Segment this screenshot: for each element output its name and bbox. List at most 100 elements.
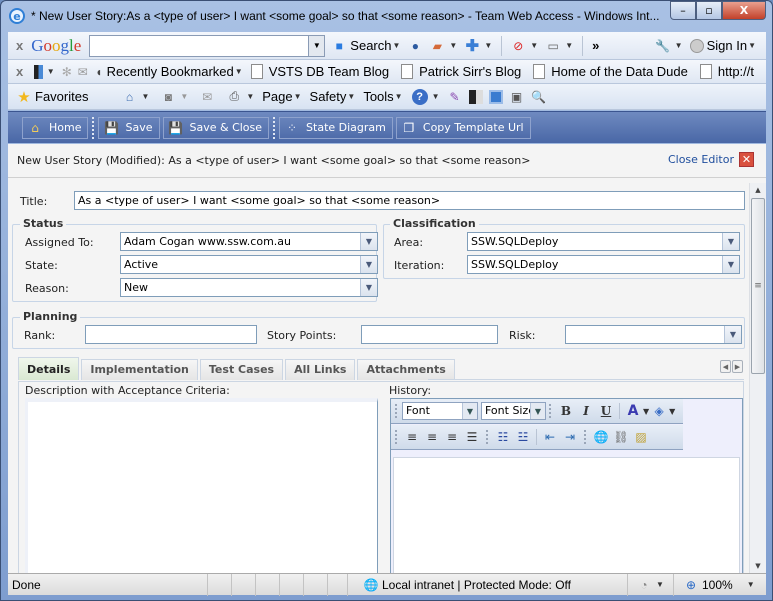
tab-test-cases[interactable]: Test Cases xyxy=(199,359,284,380)
onenote-icon[interactable]: ✎ xyxy=(447,89,463,105)
area-select[interactable]: SSW.SQLDeploy ▼ xyxy=(467,232,740,251)
privacy-report-button[interactable]: ◔ ▼ xyxy=(628,573,674,596)
reason-label: Reason: xyxy=(25,282,69,295)
description-editor[interactable] xyxy=(25,398,378,573)
add-button-icon[interactable]: ✚ xyxy=(464,38,480,55)
reason-select[interactable]: New ▼ xyxy=(120,278,378,297)
save-button[interactable]: 💾 Save xyxy=(98,116,160,139)
spaces-icon[interactable]: ✻ xyxy=(62,64,72,80)
close-toolbar-icon[interactable]: x xyxy=(16,38,23,53)
copy-template-url-button[interactable]: ❐ Copy Template Url xyxy=(395,116,531,139)
magnifier-icon[interactable]: 🔍 xyxy=(531,89,547,105)
underline-button[interactable]: U xyxy=(596,402,616,420)
save-close-button[interactable]: 💾 Save & Close xyxy=(162,116,270,139)
google-search-button[interactable]: Search xyxy=(350,38,391,53)
outdent-icon[interactable]: ⇤ xyxy=(540,428,560,446)
tab-scroll-left-button[interactable]: ◀ xyxy=(720,360,731,373)
rss-feed-icon[interactable]: ◙ xyxy=(160,89,176,105)
favorites-button[interactable]: Favorites xyxy=(35,89,88,104)
state-select[interactable]: Active ▼ xyxy=(120,255,378,274)
history-label: History: xyxy=(389,384,432,397)
zoom-control[interactable]: ⊕ 100% ▼ xyxy=(674,577,759,593)
bold-button[interactable]: B xyxy=(556,402,576,420)
page-menu[interactable]: Page xyxy=(262,89,292,104)
read-mail-icon[interactable]: ✉ xyxy=(199,89,215,105)
story-points-input[interactable] xyxy=(361,325,498,344)
status-bar: Done 🌐 Local intranet | Protected Mode: … xyxy=(8,573,766,596)
favorites-star-icon: ★ xyxy=(17,88,31,106)
align-right-icon[interactable]: ≡ xyxy=(442,428,462,446)
more-toolbar-icon[interactable]: » xyxy=(592,38,599,53)
remove-link-icon[interactable]: ⛓ xyxy=(611,428,631,446)
tab-all-links[interactable]: All Links xyxy=(285,359,356,380)
page-icon xyxy=(250,64,263,79)
align-left-icon[interactable]: ≡ xyxy=(402,428,422,446)
help-icon[interactable]: ? xyxy=(411,88,428,105)
font-size-select[interactable]: Font Size ▼ xyxy=(481,402,546,420)
close-editor-link[interactable]: Close Editor ✕ xyxy=(668,152,754,167)
sign-in-button[interactable]: Sign In xyxy=(707,38,747,53)
bullet-list-icon[interactable]: ☷ xyxy=(493,428,513,446)
minimize-button[interactable]: – xyxy=(670,1,696,20)
bookmark-link[interactable]: http://t xyxy=(699,64,754,79)
risk-select[interactable]: ▼ xyxy=(565,325,742,344)
title-input[interactable]: As a <type of user> I want <some goal> s… xyxy=(74,191,745,210)
insert-image-icon[interactable]: ▨ xyxy=(631,428,651,446)
chevron-down-icon[interactable]: ▼ xyxy=(308,35,325,56)
bookmarks-icon[interactable]: ▰ xyxy=(429,38,445,54)
briefcase-icon[interactable]: ▣ xyxy=(509,89,525,105)
maximize-button[interactable]: ▫ xyxy=(696,1,722,20)
google-earth-icon[interactable]: ● xyxy=(407,38,423,54)
chevron-down-icon[interactable]: ▼ xyxy=(393,41,401,50)
tag-icon: ◖ xyxy=(95,64,103,79)
close-window-button[interactable]: X xyxy=(722,1,766,20)
font-select[interactable]: Font ▼ xyxy=(402,402,478,420)
tab-implementation[interactable]: Implementation xyxy=(81,359,198,380)
windows-live-icon[interactable] xyxy=(468,89,483,104)
wrench-icon[interactable]: 🔧 xyxy=(655,38,671,54)
tab-details[interactable]: Details xyxy=(18,357,80,380)
close-icon[interactable]: ✕ xyxy=(739,152,754,167)
bookmark-link[interactable]: Patrick Sirr's Blog xyxy=(401,64,521,79)
google-search-input[interactable]: ▼ xyxy=(89,34,326,57)
highlight-color-icon[interactable]: ◈ xyxy=(649,402,669,420)
font-color-icon[interactable]: A xyxy=(623,402,643,420)
google-toolbar: x Google ▼ ■ Search ▼ ● ▰ ▼ ✚ ▼ ⊘ ▼ ▭ ▼ » 🔧 ▼… xyxy=(8,32,766,60)
scroll-up-icon[interactable]: ▲ xyxy=(750,183,766,197)
bookmark-link[interactable]: VSTS DB Team Blog xyxy=(250,64,389,79)
justify-icon[interactable]: ☰ xyxy=(462,428,482,446)
zoom-icon: ⊕ xyxy=(685,577,697,592)
close-toolbar-icon[interactable]: x xyxy=(16,64,23,79)
tab-scroll-right-button[interactable]: ▶ xyxy=(732,360,743,373)
history-input[interactable] xyxy=(393,457,740,573)
home-button[interactable]: ⌂ Home xyxy=(22,116,89,139)
iteration-select[interactable]: SSW.SQLDeploy ▼ xyxy=(467,255,740,274)
scroll-thumb[interactable]: ≡ xyxy=(751,198,765,374)
state-diagram-button[interactable]: ⁘ State Diagram xyxy=(279,116,393,139)
security-zone[interactable]: 🌐 Local intranet | Protected Mode: Off xyxy=(348,573,628,596)
numbered-list-icon[interactable]: ☳ xyxy=(513,428,533,446)
indent-icon[interactable]: ⇥ xyxy=(560,428,580,446)
home-icon[interactable]: ⌂ xyxy=(121,89,137,105)
align-center-icon[interactable]: ≡ xyxy=(422,428,442,446)
tab-attachments[interactable]: Attachments xyxy=(357,359,455,380)
research-icon[interactable] xyxy=(488,89,503,104)
italic-button[interactable]: I xyxy=(576,402,596,420)
state-label: State: xyxy=(25,259,58,272)
links-toolbar: x ▼ ✻ ✉ ◖ Recently Bookmarked ▼ VSTS DB … xyxy=(8,60,766,84)
rank-input[interactable] xyxy=(85,325,257,344)
editor-scrollbar[interactable]: ▲ ≡ ▼ xyxy=(749,183,766,573)
safety-menu[interactable]: Safety xyxy=(310,89,347,104)
assigned-to-select[interactable]: Adam Cogan www.ssw.com.au ▼ xyxy=(120,232,378,251)
print-icon[interactable]: ⎙ xyxy=(226,89,242,105)
chevron-down-icon: ▼ xyxy=(722,256,739,273)
recently-bookmarked-menu[interactable]: Recently Bookmarked xyxy=(107,64,234,79)
insert-link-icon[interactable]: 🌐 xyxy=(591,428,611,446)
autofill-icon[interactable]: ▭ xyxy=(545,38,561,54)
bookmark-link[interactable]: Home of the Data Dude xyxy=(533,64,688,79)
mail-icon[interactable]: ✉ xyxy=(78,64,88,80)
popup-blocker-icon[interactable]: ⊘ xyxy=(510,38,526,54)
scroll-down-icon[interactable]: ▼ xyxy=(750,559,766,573)
tools-menu[interactable]: Tools xyxy=(363,89,393,104)
windows-live-icon[interactable] xyxy=(34,64,43,79)
